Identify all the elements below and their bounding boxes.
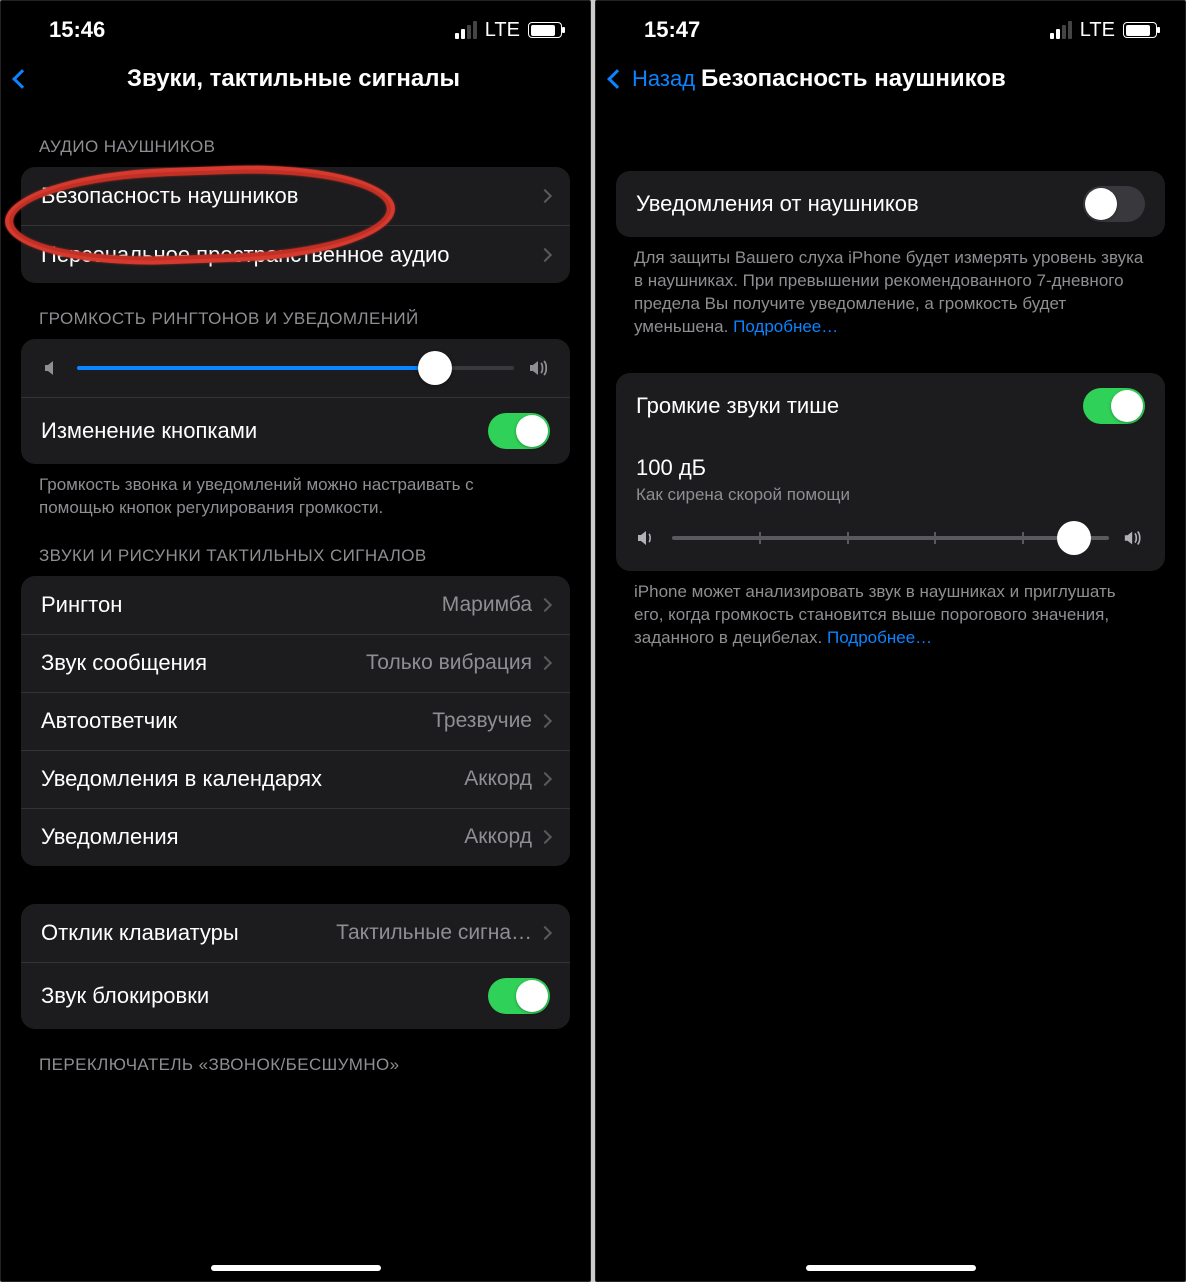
decibel-display: 100 дБ Как сирена скорой помощи — [616, 439, 1165, 509]
row-ringtone[interactable]: Рингтон Маримба — [21, 576, 570, 634]
row-keyboard-feedback[interactable]: Отклик клавиатуры Тактильные сигна… — [21, 904, 570, 962]
row-label: Звук сообщения — [41, 650, 366, 676]
footer-volume: Громкость звонка и уведомлений можно нас… — [1, 464, 590, 520]
chevron-right-icon — [538, 598, 552, 612]
row-calendar-alerts[interactable]: Уведомления в календарях Аккорд — [21, 750, 570, 808]
row-value: Маримба — [442, 593, 532, 617]
speaker-high-icon — [528, 357, 550, 379]
row-value: Только вибрация — [366, 651, 532, 675]
row-text-tone[interactable]: Звук сообщения Только вибрация — [21, 634, 570, 692]
row-value: Аккорд — [464, 767, 532, 791]
row-headphone-safety[interactable]: Безопасность наушников — [21, 167, 570, 225]
status-bar: 15:47 LTE — [596, 1, 1185, 59]
status-time: 15:47 — [644, 17, 700, 43]
row-value: Трезвучие — [432, 709, 532, 733]
footer-reduce-loud: iPhone может анализировать звук в наушни… — [596, 571, 1185, 650]
row-label: Уведомления в календарях — [41, 766, 464, 792]
toggle-lock-sound[interactable] — [488, 978, 550, 1014]
cellular-icon — [455, 21, 477, 39]
row-headphone-notifications[interactable]: Уведомления от наушников — [616, 171, 1165, 237]
section-header-headphones: АУДИО НАУШНИКОВ — [1, 111, 590, 167]
row-value: Аккорд — [464, 825, 532, 849]
chevron-right-icon — [538, 247, 552, 261]
chevron-right-icon — [538, 656, 552, 670]
toggle-headphone-notifications[interactable] — [1083, 186, 1145, 222]
network-label: LTE — [1080, 19, 1115, 42]
footer-headphone-notifications: Для защиты Вашего слуха iPhone будет изм… — [596, 237, 1185, 339]
learn-more-link[interactable]: Подробнее… — [733, 317, 838, 336]
row-label: Рингтон — [41, 592, 442, 618]
footer-text: Для защиты Вашего слуха iPhone будет изм… — [634, 248, 1143, 336]
section-header-switch: ПЕРЕКЛЮЧАТЕЛЬ «ЗВОНОК/БЕСШУМНО» — [1, 1029, 590, 1079]
row-lock-sound[interactable]: Звук блокировки — [21, 962, 570, 1029]
row-label: Автоответчик — [41, 708, 432, 734]
chevron-left-icon — [607, 69, 627, 89]
ringer-volume-slider[interactable] — [21, 339, 570, 397]
row-reduce-loud-sounds[interactable]: Громкие звуки тише — [616, 373, 1165, 439]
row-label: Отклик клавиатуры — [41, 920, 336, 946]
row-label: Изменение кнопками — [41, 418, 488, 444]
home-indicator[interactable] — [806, 1265, 976, 1271]
row-label: Звук блокировки — [41, 983, 488, 1009]
home-indicator[interactable] — [211, 1265, 381, 1271]
chevron-right-icon — [538, 189, 552, 203]
chevron-right-icon — [538, 714, 552, 728]
decibel-slider[interactable] — [616, 509, 1165, 571]
screen-headphone-safety: 15:47 LTE Назад Безопасность наушников У… — [595, 0, 1186, 1282]
page-title: Безопасность наушников — [695, 65, 1171, 93]
back-button[interactable] — [15, 72, 35, 86]
speaker-low-icon — [41, 357, 63, 379]
status-right: LTE — [1050, 19, 1157, 42]
section-header-sounds: ЗВУКИ И РИСУНКИ ТАКТИЛЬНЫХ СИГНАЛОВ — [1, 520, 590, 576]
row-label: Безопасность наушников — [41, 183, 540, 209]
cellular-icon — [1050, 21, 1072, 39]
group-headphone-notifications: Уведомления от наушников — [616, 171, 1165, 237]
status-right: LTE — [455, 19, 562, 42]
speaker-low-icon — [636, 527, 658, 549]
learn-more-link[interactable]: Подробнее… — [827, 628, 932, 647]
row-notifications[interactable]: Уведомления Аккорд — [21, 808, 570, 866]
decibel-description: Как сирена скорой помощи — [636, 485, 1145, 505]
back-button[interactable]: Назад — [610, 66, 695, 92]
group-misc: Отклик клавиатуры Тактильные сигна… Звук… — [21, 904, 570, 1029]
row-label: Уведомления — [41, 824, 464, 850]
toggle-change-buttons[interactable] — [488, 413, 550, 449]
chevron-right-icon — [538, 830, 552, 844]
row-voicemail[interactable]: Автоответчик Трезвучие — [21, 692, 570, 750]
group-sounds: Рингтон Маримба Звук сообщения Только ви… — [21, 576, 570, 866]
group-headphones: Безопасность наушников Персональное прос… — [21, 167, 570, 283]
row-spatial-audio[interactable]: Персональное пространственное аудио — [21, 225, 570, 283]
nav-bar: Назад Безопасность наушников — [596, 59, 1185, 111]
chevron-left-icon — [12, 69, 32, 89]
network-label: LTE — [485, 19, 520, 42]
battery-icon — [1123, 22, 1157, 38]
row-value: Тактильные сигна… — [336, 921, 532, 945]
row-label: Громкие звуки тише — [636, 393, 1083, 419]
speaker-high-icon — [1123, 527, 1145, 549]
status-time: 15:46 — [49, 17, 105, 43]
status-bar: 15:46 LTE — [1, 1, 590, 59]
row-label: Персональное пространственное аудио — [41, 242, 540, 268]
chevron-right-icon — [538, 926, 552, 940]
decibel-value: 100 дБ — [636, 455, 1145, 481]
battery-icon — [528, 22, 562, 38]
back-label: Назад — [632, 66, 695, 92]
page-title: Звуки, тактильные сигналы — [35, 65, 576, 93]
group-volume: Изменение кнопками — [21, 339, 570, 464]
toggle-reduce-loud[interactable] — [1083, 388, 1145, 424]
group-reduce-loud: Громкие звуки тише 100 дБ Как сирена ско… — [616, 373, 1165, 571]
screen-sounds: 15:46 LTE Звуки, тактильные сигналы АУДИ… — [0, 0, 591, 1282]
row-label: Уведомления от наушников — [636, 191, 1083, 217]
section-header-volume: ГРОМКОСТЬ РИНГТОНОВ И УВЕДОМЛЕНИЙ — [1, 283, 590, 339]
row-change-with-buttons[interactable]: Изменение кнопками — [21, 397, 570, 464]
chevron-right-icon — [538, 772, 552, 786]
nav-bar: Звуки, тактильные сигналы — [1, 59, 590, 111]
